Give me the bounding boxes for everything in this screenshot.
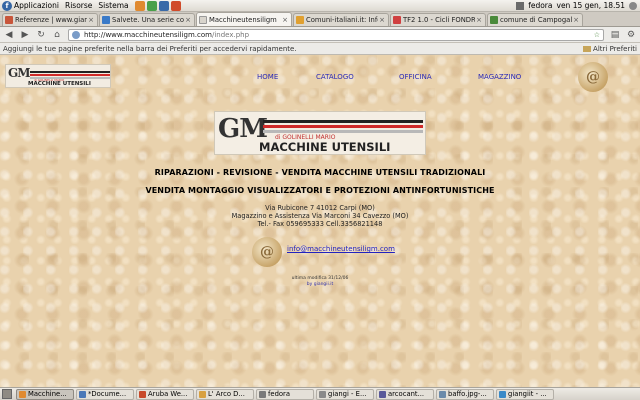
menu-sistema[interactable]: Sistema	[98, 1, 128, 10]
power-icon[interactable]	[629, 1, 637, 10]
email-link[interactable]: info@macchineutensiligm.com	[287, 245, 395, 253]
globe-icon	[72, 30, 80, 39]
app-icon	[319, 390, 326, 398]
browser-launcher-icon[interactable]	[170, 0, 181, 11]
panel-clock[interactable]: ven 15 gen, 18.51	[557, 1, 626, 10]
favicon-icon	[102, 16, 110, 24]
task-aruba[interactable]: Aruba We...	[136, 388, 194, 400]
app-icon	[379, 390, 386, 398]
mail-launcher-icon[interactable]	[158, 0, 169, 11]
other-bookmarks[interactable]: Altri Preferiti	[583, 45, 637, 53]
nav-officina[interactable]: OFFICINA	[399, 73, 432, 81]
credit-link[interactable]: by giangii.it	[0, 282, 640, 287]
nav-home[interactable]: HOME	[257, 73, 278, 81]
tab-salvete[interactable]: Salvete. Una serie co... ×	[99, 13, 195, 26]
tab-bar: Referenze | www.gian... × Salvete. Una s…	[0, 12, 640, 27]
bookmarks-hint: Aggiungi le tue pagine preferite nella b…	[3, 44, 297, 53]
close-icon[interactable]: ×	[572, 16, 580, 24]
close-icon[interactable]: ×	[281, 16, 289, 24]
network-icon[interactable]	[516, 1, 525, 10]
task-giangiit[interactable]: giangiit - ...	[496, 388, 554, 400]
app-icon	[499, 390, 506, 398]
firefox-launcher-icon[interactable]	[134, 0, 145, 11]
fedora-logo-icon[interactable]: f	[2, 0, 12, 11]
favicon-icon	[393, 16, 401, 24]
show-desktop-icon[interactable]	[2, 389, 12, 399]
taskbar: Macchine... *Docume... Aruba We... L' Ar…	[0, 387, 640, 400]
app-icon	[19, 390, 26, 398]
bookmarks-bar: Aggiungi le tue pagine preferite nella b…	[0, 43, 640, 55]
folder-icon	[583, 45, 592, 52]
home-icon[interactable]: ⌂	[50, 28, 64, 42]
bookmark-star-icon[interactable]: ☆	[594, 31, 600, 39]
favicon-icon	[490, 16, 498, 24]
close-icon[interactable]: ×	[475, 16, 483, 24]
task-baffo[interactable]: baffo.jpg-...	[436, 388, 494, 400]
task-arcocant[interactable]: arcocant...	[376, 388, 434, 400]
navigation-toolbar: ◀ ▶ ↻ ⌂ http://www.macchineutensiligm.co…	[0, 27, 640, 43]
page-menu-icon[interactable]: ▤	[608, 28, 622, 42]
close-icon[interactable]: ×	[184, 16, 192, 24]
tab-referenze[interactable]: Referenze | www.gian... ×	[2, 13, 98, 26]
app-icon	[79, 390, 86, 398]
wrench-icon[interactable]: ⚙	[624, 28, 638, 42]
url-path: /index.php	[211, 30, 250, 39]
last-modified: ultima modifica 31/12/06	[291, 276, 349, 281]
site-logo-main: GM di GOLINELLI MARIO MACCHINE UTENSILI	[214, 111, 426, 155]
favicon-icon	[5, 16, 13, 24]
task-macchine[interactable]: Macchine...	[16, 388, 74, 400]
top-panel: f Applicazioni Risorse Sistema fedora ve…	[0, 0, 640, 12]
menu-applicazioni[interactable]: Applicazioni	[14, 1, 59, 10]
url-host: http://www.macchineutensiligm.com	[84, 30, 212, 39]
user-name[interactable]: fedora	[528, 1, 552, 10]
menu-risorse[interactable]: Risorse	[65, 1, 92, 10]
app-icon	[199, 390, 206, 398]
task-arco[interactable]: L' Arco D...	[196, 388, 254, 400]
app-icon	[439, 390, 446, 398]
address-bar[interactable]: http://www.macchineutensiligm.com/index.…	[68, 28, 604, 41]
back-icon[interactable]: ◀	[2, 28, 16, 42]
app-icon	[259, 390, 266, 398]
site-logo-small[interactable]: GM di GOLINELLI MARIO MACCHINE UTENSILI	[5, 64, 111, 88]
tab-macchineutensiligm[interactable]: Macchineutensiligm ×	[196, 12, 292, 26]
favicon-icon	[199, 15, 207, 24]
chrome-launcher-icon[interactable]	[146, 0, 157, 11]
nav-magazzino[interactable]: MAGAZZINO	[478, 73, 521, 81]
task-giangi[interactable]: giangi - E...	[316, 388, 374, 400]
gm-logo-mark: GM	[8, 66, 31, 80]
address-line-2: Magazzino e Assistenza Via Marconi 34 Ca…	[231, 212, 409, 220]
headline-sales: VENDITA MONTAGGIO VISUALIZZATORI E PROTE…	[145, 186, 495, 195]
app-icon	[139, 390, 146, 398]
tab-campogalliano[interactable]: comune di Campogall... ×	[487, 13, 583, 26]
page-content: GM di GOLINELLI MARIO MACCHINE UTENSILI …	[0, 55, 640, 387]
reload-icon[interactable]: ↻	[34, 28, 48, 42]
email-at-icon[interactable]: @	[252, 237, 282, 267]
address-line-1: Via Rubicone 7 41012 Carpi (MO)	[265, 204, 375, 212]
favicon-icon	[296, 16, 304, 24]
tab-tf2[interactable]: TF2 1.0 - Cicli FONDRI... ×	[390, 13, 486, 26]
close-icon[interactable]: ×	[378, 16, 386, 24]
task-fedora[interactable]: fedora	[256, 388, 314, 400]
task-documento[interactable]: *Docume...	[76, 388, 134, 400]
phone-line: Tel.- Fax 059695333 Cell.3356821148	[257, 220, 383, 228]
forward-icon[interactable]: ▶	[18, 28, 32, 42]
email-at-icon[interactable]: @	[578, 62, 608, 92]
tab-comuni-italiani[interactable]: Comuni-italiani.it: Infor... ×	[293, 13, 389, 26]
logo-main-name: MACCHINE UTENSILI	[259, 140, 391, 154]
nav-catalogo[interactable]: CATALOGO	[316, 73, 354, 81]
logo-small-name: MACCHINE UTENSILI	[28, 81, 91, 87]
headline-repairs: RIPARAZIONI - REVISIONE - VENDITA MACCHI…	[154, 168, 486, 177]
close-icon[interactable]: ×	[87, 16, 95, 24]
